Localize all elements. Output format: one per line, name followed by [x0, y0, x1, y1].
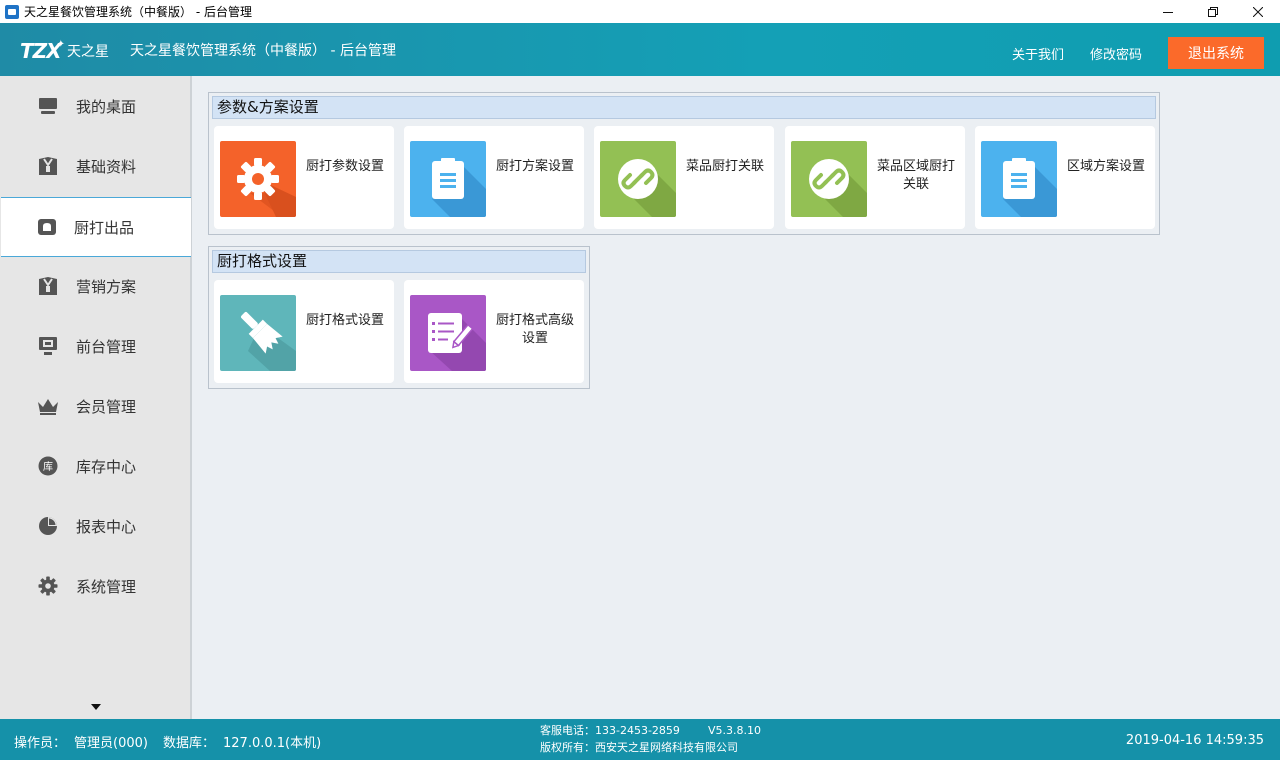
datetime: 2019-04-16 14:59:35: [1125, 733, 1264, 748]
sidebar-item-label: 系统管理: [76, 577, 137, 596]
copyright: 版权所有：西安天之星网络科技有限公司: [540, 741, 738, 754]
tile-label: 厨打方案设置: [496, 159, 575, 174]
clipboard-icon: [410, 141, 486, 217]
logo-brand: 天之星: [66, 44, 109, 60]
database-label: 数据库：: [162, 736, 215, 751]
footer-left: 操作员： 管理员(000) 数据库： 127.0.0.1(本机): [14, 732, 329, 751]
tile-dish-print-link[interactable]: 菜品厨打关联: [594, 126, 774, 229]
change-password-link[interactable]: 修改密码: [1090, 44, 1142, 63]
link-icon: [600, 141, 676, 217]
svg-text:库: 库: [43, 460, 53, 473]
box-icon: [37, 275, 59, 297]
sidebar-item-label: 厨打出品: [74, 218, 135, 237]
system-title: 天之星餐饮管理系统（中餐版） - 后台管理: [130, 43, 396, 59]
status-bar: 操作员： 管理员(000) 数据库： 127.0.0.1(本机) 客服电话：13…: [0, 719, 1280, 760]
section-title: 厨打格式设置: [212, 250, 586, 273]
sidebar-item-system[interactable]: 系统管理: [0, 556, 190, 616]
link-icon: [791, 141, 867, 217]
sidebar-item-label: 前台管理: [76, 337, 137, 356]
warehouse-icon: 库: [37, 455, 59, 477]
tile-kitchen-print-params[interactable]: 厨打参数设置: [214, 126, 394, 229]
window-controls: [1145, 0, 1280, 23]
tile-label: 菜品厨打关联: [686, 159, 765, 174]
close-window-button[interactable]: [1235, 0, 1280, 23]
sidebar-item-label: 会员管理: [76, 397, 137, 416]
tile-label: 厨打参数设置: [306, 159, 385, 174]
sidebar-item-label: 营销方案: [76, 277, 137, 296]
brush-icon: [220, 295, 296, 371]
sidebar-item-inventory[interactable]: 库 库存中心: [0, 436, 190, 496]
monitor-icon: [37, 95, 59, 117]
logout-button[interactable]: 退出系统: [1168, 37, 1264, 69]
box-icon: [37, 155, 59, 177]
checklist-icon: [410, 295, 486, 371]
tile-label: 厨打格式高级设置: [496, 313, 575, 346]
sidebar-item-desktop[interactable]: 我的桌面: [0, 76, 190, 136]
section-title: 参数&方案设置: [212, 96, 1156, 119]
tile-dish-area-print-link[interactable]: 菜品区域厨打关联: [785, 126, 965, 229]
sidebar-item-marketing[interactable]: 营销方案: [0, 256, 190, 316]
app-header: TZX ✦ 天之星 天之星餐饮管理系统（中餐版） - 后台管理 关于我们 修改密…: [0, 23, 1280, 76]
about-link[interactable]: 关于我们: [1012, 44, 1064, 63]
tile-label: 厨打格式设置: [306, 313, 385, 328]
header-links: 关于我们 修改密码 退出系统: [1012, 37, 1264, 69]
sidebar-item-label: 基础资料: [76, 157, 137, 176]
tile-print-format[interactable]: 厨打格式设置: [214, 280, 394, 383]
gear-icon: [37, 575, 59, 597]
logo-mark: TZX: [20, 39, 62, 63]
close-icon: [1252, 6, 1263, 17]
sidebar-item-kitchen-print[interactable]: 厨打出品: [1, 197, 191, 257]
sidebar-item-label: 库存中心: [76, 457, 137, 476]
crown-icon: [37, 395, 59, 417]
tile-label: 区域方案设置: [1067, 159, 1146, 174]
app-icon: [5, 4, 19, 19]
logo: TZX ✦ 天之星: [20, 36, 109, 66]
footer-center: 客服电话：133-2453-2859 V5.3.8.10 版权所有：西安天之星网络…: [540, 722, 761, 756]
pie-chart-icon: [37, 515, 59, 537]
tile-print-format-advanced[interactable]: 厨打格式高级设置: [404, 280, 584, 383]
sidebar: 我的桌面 基础资料 厨打出品 营销方案 前台管理 会员管理 库 库存中心 报表中…: [0, 76, 192, 719]
restore-icon: [1207, 6, 1218, 17]
tile-area-plan[interactable]: 区域方案设置: [975, 126, 1155, 229]
tile-label: 菜品区域厨打关联: [877, 159, 956, 192]
window-title: 天之星餐饮管理系统（中餐版） - 后台管理: [24, 5, 252, 19]
sidebar-item-basic-data[interactable]: 基础资料: [0, 136, 190, 196]
screen-icon: [37, 335, 59, 357]
operator-value: 管理员(000): [74, 736, 148, 751]
window-titlebar: 天之星餐饮管理系统（中餐版） - 后台管理: [0, 0, 1280, 23]
minimize-button[interactable]: [1145, 0, 1190, 23]
sidebar-item-front-desk[interactable]: 前台管理: [0, 316, 190, 376]
clipboard-icon: [981, 141, 1057, 217]
logo-star-icon: ✦: [56, 38, 65, 50]
version: V5.3.8.10: [707, 724, 761, 737]
section-params: 参数&方案设置 厨打参数设置 厨打方案设置 菜品厨打关联 菜品区域厨打关联 区域…: [208, 92, 1160, 235]
gear-icon: [220, 141, 296, 217]
sidebar-item-members[interactable]: 会员管理: [0, 376, 190, 436]
chef-hat-icon: [36, 216, 58, 238]
restore-button[interactable]: [1190, 0, 1235, 23]
section-format: 厨打格式设置 厨打格式设置 厨打格式高级设置: [208, 246, 590, 389]
minimize-icon: [1162, 11, 1173, 13]
database-value: 127.0.0.1(本机): [223, 736, 322, 751]
tile-kitchen-print-plan[interactable]: 厨打方案设置: [404, 126, 584, 229]
service-phone: 客服电话：133-2453-2859: [540, 724, 680, 737]
sidebar-item-label: 报表中心: [76, 517, 137, 536]
sidebar-scroll-down-icon[interactable]: [91, 704, 101, 710]
operator-label: 操作员：: [14, 736, 67, 751]
sidebar-item-label: 我的桌面: [76, 97, 137, 116]
sidebar-item-reports[interactable]: 报表中心: [0, 496, 190, 556]
